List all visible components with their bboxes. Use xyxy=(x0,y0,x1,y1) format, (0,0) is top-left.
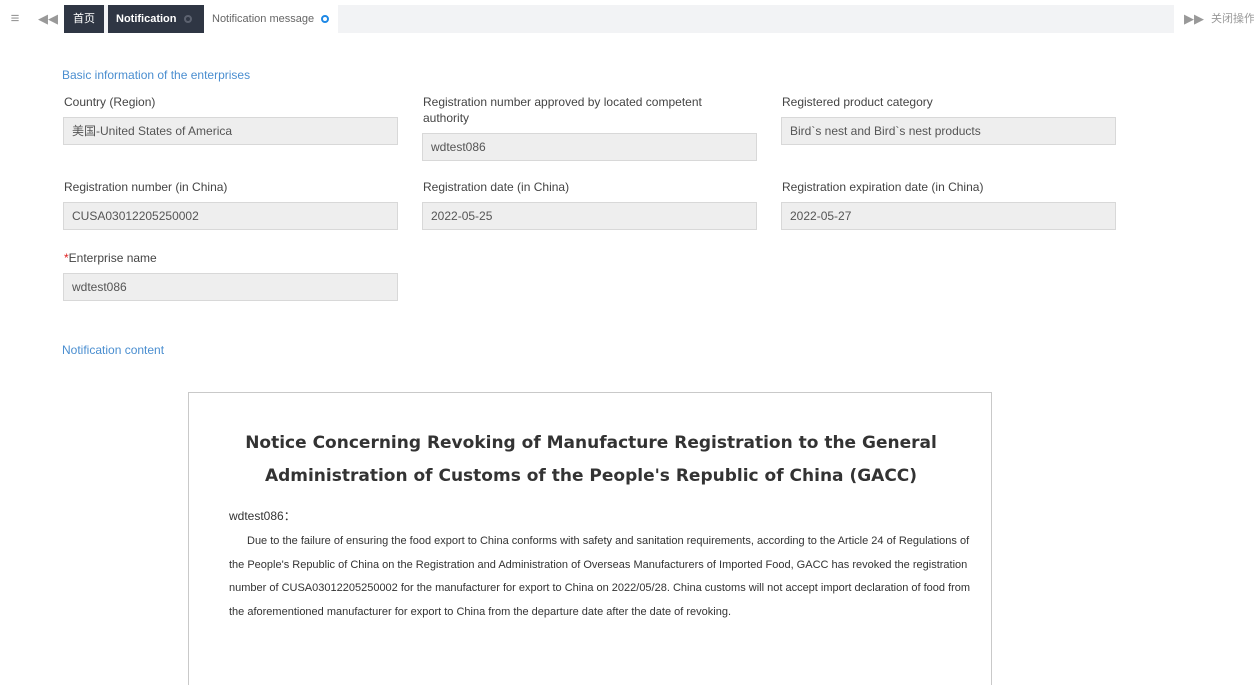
tab-home[interactable]: 首页 xyxy=(64,5,104,33)
scroll-right-icon[interactable]: ▶▶ xyxy=(1184,10,1204,28)
tab-strip: 首页 Notification Notification message xyxy=(64,5,1174,33)
section-title-notification-content: Notification content xyxy=(62,343,165,357)
close-operations-button[interactable]: 关闭操作 xyxy=(1211,10,1254,28)
notice-title-line-2: Administration of Customs of the People'… xyxy=(264,466,918,486)
menu-icon[interactable]: ≡ xyxy=(6,10,24,28)
field-registration-number-china: CUSA03012205250002 xyxy=(63,202,398,230)
field-expiration-date: 2022-05-27 xyxy=(781,202,1116,230)
field-registration-date: 2022-05-25 xyxy=(422,202,757,230)
notice-title-line-1: Notice Concerning Revoking of Manufactur… xyxy=(245,433,937,453)
field-label-approved-registration-number: Registration number approved by located … xyxy=(423,95,702,125)
tab-home-label: 首页 xyxy=(73,13,95,25)
notice-body: Due to the failure of ensuring the food … xyxy=(229,535,971,618)
tab-notification-label: Notification xyxy=(116,13,177,25)
notification-document: Notice Concerning Revoking of Manufactur… xyxy=(188,392,992,685)
scroll-left-icon[interactable]: ◀◀ xyxy=(38,10,58,28)
close-tab-icon[interactable] xyxy=(321,15,330,23)
notice-salutation: wdtest086： xyxy=(229,509,296,523)
field-label-expiration-date: Registration expiration date (in China) xyxy=(782,180,984,194)
field-label-enterprise-name-text: Enterprise name xyxy=(68,251,157,265)
field-enterprise-name: wdtest086 xyxy=(63,273,398,301)
tab-notification-message-label: Notification message xyxy=(212,13,315,25)
tab-bar: ≡ ◀◀ 首页 Notification Notification messag… xyxy=(0,0,1254,38)
field-country: 美国-United States of America xyxy=(63,117,398,145)
section-title-basic-info: Basic information of the enterprises xyxy=(62,68,251,82)
notice-title: Notice Concerning Revoking of Manufactur… xyxy=(209,427,973,493)
tab-notification[interactable]: Notification xyxy=(108,5,204,33)
close-tab-icon[interactable] xyxy=(183,15,192,23)
field-product-category: Bird`s nest and Bird`s nest products xyxy=(781,117,1116,145)
field-label-country: Country (Region) xyxy=(64,95,156,109)
field-label-product-category: Registered product category xyxy=(782,95,933,109)
field-label-registration-date: Registration date (in China) xyxy=(423,180,570,194)
field-label-enterprise-name: *Enterprise name xyxy=(64,250,399,266)
field-approved-registration-number: wdtest086 xyxy=(422,133,757,161)
field-label-registration-number-china: Registration number (in China) xyxy=(64,180,228,194)
tab-notification-message[interactable]: Notification message xyxy=(204,5,338,33)
